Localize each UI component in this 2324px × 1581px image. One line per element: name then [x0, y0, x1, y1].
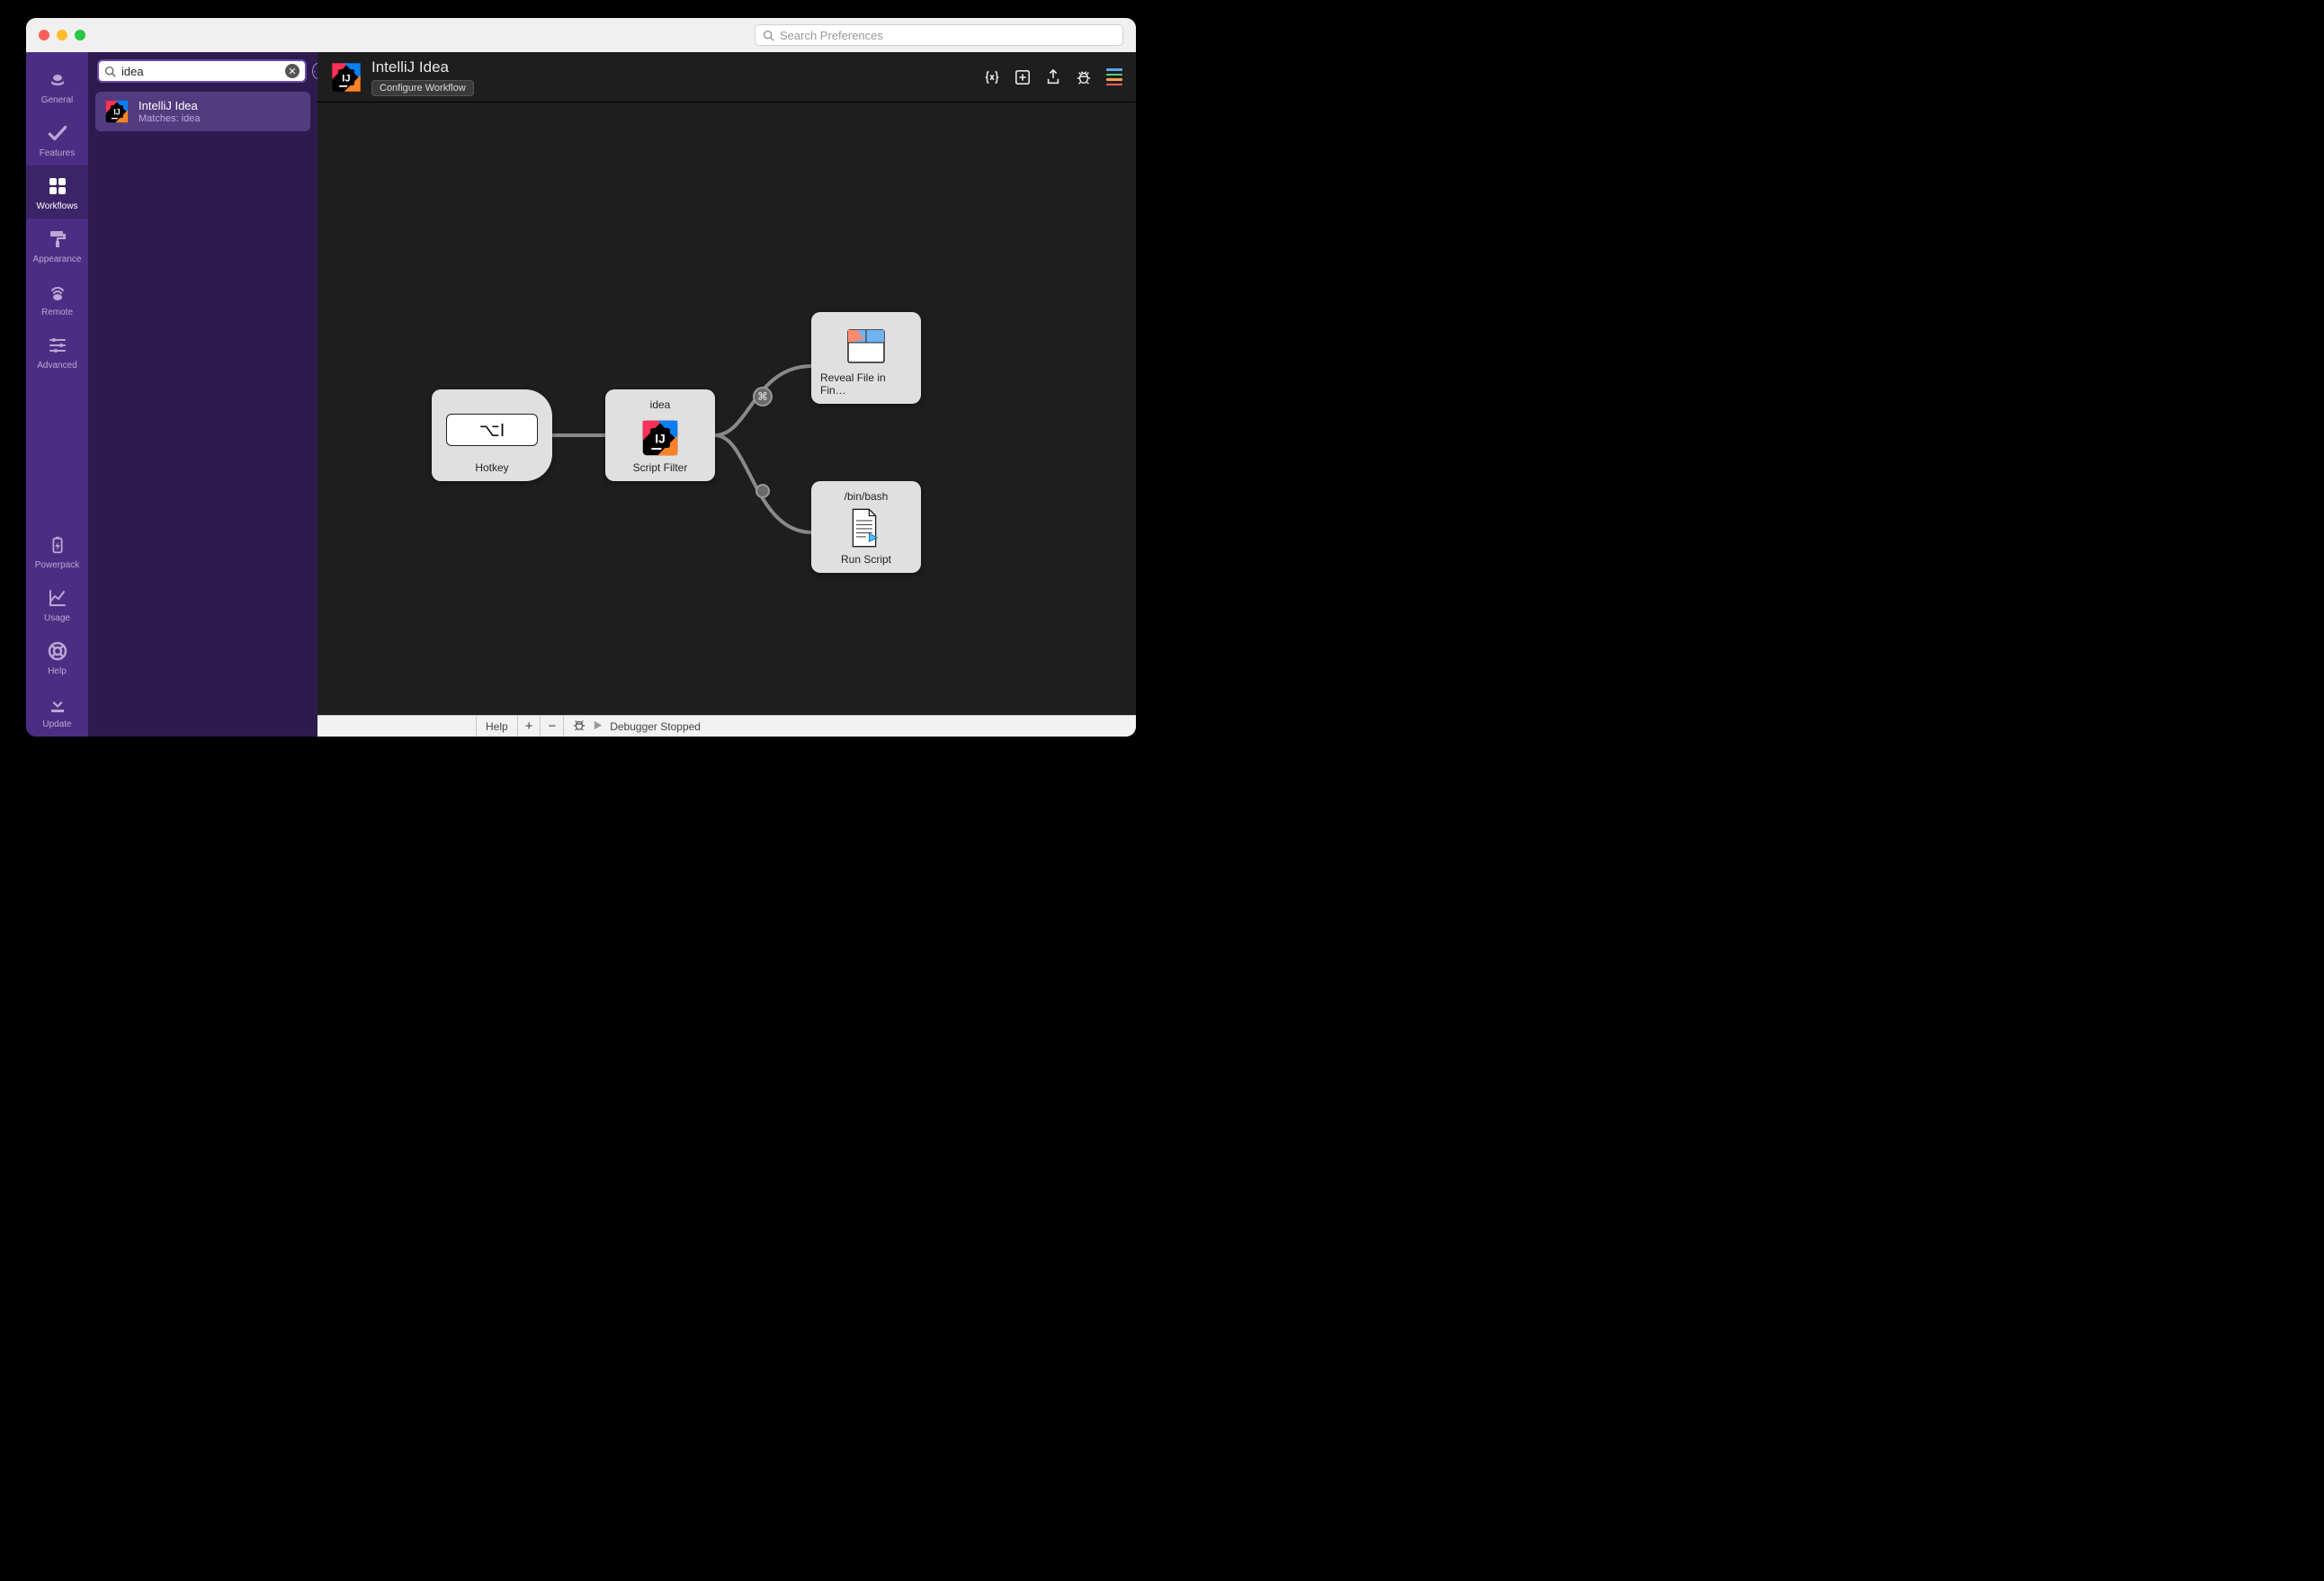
- sidebar-label: Advanced: [37, 361, 76, 371]
- sidebar-item-usage[interactable]: Usage: [26, 577, 88, 630]
- sidebar-item-powerpack[interactable]: Powerpack: [26, 524, 88, 577]
- sidebar: General Features Workflows Appearance: [26, 52, 88, 737]
- script-filter-node[interactable]: idea IJ Script Filter: [605, 389, 715, 481]
- add-workflow-button[interactable]: +: [517, 716, 541, 737]
- configure-workflow-button[interactable]: Configure Workflow: [371, 80, 474, 96]
- search-preferences-field[interactable]: Search Preferences: [755, 24, 1123, 46]
- reveal-file-node[interactable]: Reveal File in Fin…: [811, 312, 921, 404]
- connection-node-badge[interactable]: [755, 484, 770, 498]
- preferences-window: Search Preferences General Features: [26, 18, 1136, 737]
- svg-text:IJ: IJ: [113, 108, 120, 117]
- intellij-icon: IJ: [640, 418, 680, 458]
- sidebar-label: General: [41, 95, 74, 105]
- sidebar-item-advanced[interactable]: Advanced: [26, 325, 88, 378]
- workflow-canvas[interactable]: ⌥I Hotkey idea IJ Script Filter: [317, 103, 1136, 715]
- file-icon: [845, 325, 888, 368]
- sidebar-item-remote[interactable]: Remote: [26, 272, 88, 325]
- grid-icon: [46, 174, 69, 198]
- svg-text:IJ: IJ: [655, 433, 665, 446]
- paint-roller-icon: [46, 228, 69, 251]
- sliders-icon: [46, 334, 69, 357]
- run-script-node[interactable]: /bin/bash Run Script: [811, 481, 921, 573]
- chart-icon: [46, 586, 69, 610]
- remote-icon: [46, 281, 69, 304]
- workflow-list-panel: ✕ ⋯ IJ IntelliJ Idea Matches: idea: [88, 52, 317, 737]
- add-button[interactable]: [1014, 68, 1032, 86]
- node-interpreter-label: /bin/bash: [845, 490, 889, 503]
- variables-button[interactable]: [983, 68, 1001, 86]
- intellij-icon: IJ: [104, 99, 130, 124]
- sidebar-label: Usage: [44, 613, 70, 623]
- debugger-status: Debugger Stopped: [610, 720, 701, 733]
- sidebar-item-help[interactable]: Help: [26, 630, 88, 683]
- clear-search-button[interactable]: ✕: [285, 64, 299, 78]
- hat-icon: [46, 68, 69, 92]
- download-icon: [46, 692, 69, 716]
- check-icon: [46, 121, 69, 145]
- node-label: Run Script: [841, 553, 891, 566]
- node-label: Reveal File in Fin…: [820, 371, 912, 397]
- hotkey-symbol: ⌥I: [446, 414, 538, 446]
- close-button[interactable]: [39, 30, 49, 40]
- sidebar-item-update[interactable]: Update: [26, 683, 88, 737]
- search-preferences-placeholder: Search Preferences: [780, 29, 883, 42]
- sidebar-label: Remote: [41, 308, 73, 317]
- canvas-header: IJ IntelliJ Idea Configure Workflow: [317, 52, 1136, 103]
- sidebar-item-appearance[interactable]: Appearance: [26, 219, 88, 272]
- export-button[interactable]: [1044, 68, 1062, 86]
- sidebar-label: Powerpack: [35, 560, 79, 570]
- battery-icon: [46, 533, 69, 557]
- footer-bar: Help + − Debugger Stopped: [317, 715, 1136, 737]
- debug-button[interactable]: [1075, 68, 1093, 86]
- titlebar: Search Preferences: [26, 18, 1136, 52]
- remove-workflow-button[interactable]: −: [540, 716, 563, 737]
- search-icon: [104, 66, 116, 77]
- svg-text:IJ: IJ: [342, 73, 350, 84]
- sidebar-label: Workflows: [37, 201, 78, 211]
- node-label: Script Filter: [633, 461, 688, 474]
- window-controls: [39, 30, 85, 40]
- minimize-button[interactable]: [57, 30, 67, 40]
- sidebar-label: Update: [42, 719, 71, 729]
- play-icon[interactable]: [593, 720, 603, 733]
- sidebar-item-features[interactable]: Features: [26, 112, 88, 165]
- workflow-item-title: IntelliJ Idea: [139, 99, 200, 112]
- search-icon: [763, 30, 774, 41]
- sidebar-item-workflows[interactable]: Workflows: [26, 165, 88, 219]
- cmd-modifier-badge[interactable]: ⌘: [753, 387, 773, 406]
- help-button[interactable]: Help: [476, 716, 517, 737]
- workflow-search-input[interactable]: [121, 65, 280, 78]
- workflow-title: IntelliJ Idea: [371, 58, 474, 76]
- workflow-search-field[interactable]: ✕: [97, 59, 307, 83]
- node-keyword-label: idea: [650, 398, 671, 411]
- lifebuoy-icon: [46, 639, 69, 663]
- sidebar-item-general[interactable]: General: [26, 59, 88, 112]
- menu-button[interactable]: [1105, 68, 1123, 86]
- workflow-list-item[interactable]: IJ IntelliJ Idea Matches: idea: [95, 92, 310, 131]
- sidebar-label: Appearance: [33, 255, 82, 264]
- sidebar-label: Features: [40, 148, 75, 158]
- workflow-item-subtitle: Matches: idea: [139, 113, 200, 124]
- node-label: Hotkey: [475, 461, 508, 474]
- zoom-button[interactable]: [75, 30, 85, 40]
- intellij-icon: IJ: [330, 61, 362, 94]
- bug-icon[interactable]: [573, 719, 585, 734]
- script-icon: [848, 507, 884, 552]
- canvas-panel: IJ IntelliJ Idea Configure Workflow: [317, 52, 1136, 737]
- hotkey-node[interactable]: ⌥I Hotkey: [432, 389, 552, 481]
- sidebar-label: Help: [48, 666, 67, 676]
- debugger-bar: Debugger Stopped: [563, 716, 1136, 737]
- header-toolbar: [983, 68, 1123, 86]
